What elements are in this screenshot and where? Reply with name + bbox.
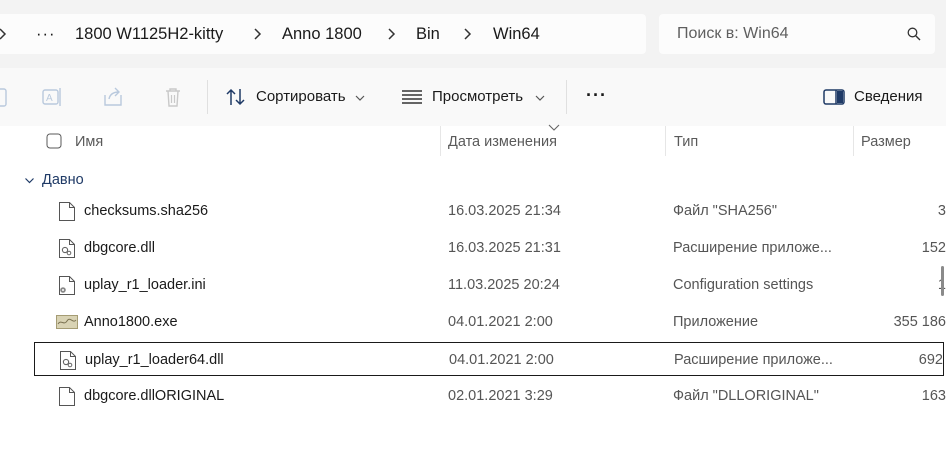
- details-pane-icon[interactable]: [822, 85, 846, 109]
- paste-icon[interactable]: [0, 85, 10, 109]
- file-row[interactable]: checksums.sha256 16.03.2025 21:34 Файл "…: [34, 194, 946, 228]
- file-type: Файл "SHA256": [673, 203, 777, 219]
- details-button[interactable]: Сведения: [854, 82, 923, 112]
- file-name: Anno1800.exe: [84, 314, 178, 330]
- vertical-scrollbar[interactable]: [941, 266, 944, 296]
- search-icon[interactable]: [907, 27, 921, 41]
- dll-file-icon: [60, 351, 76, 370]
- file-size: 3: [937, 203, 946, 219]
- file-type: Приложение: [673, 314, 759, 330]
- breadcrumb-item-1800-kitty[interactable]: 1800 W1125H2-kitty: [75, 14, 223, 54]
- file-type: Файл "DLLORIGINAL": [673, 388, 819, 404]
- file-date: 16.03.2025 21:34: [448, 203, 561, 219]
- search-box[interactable]: Поиск в: Win64: [659, 14, 935, 54]
- chevron-down-icon[interactable]: [24, 175, 35, 186]
- file-date: 04.01.2021 2:00: [448, 314, 553, 330]
- file-type: Configuration settings: [673, 277, 814, 293]
- file-list: Имя Дата изменения Тип Размер Давно chec…: [0, 124, 946, 460]
- view-button[interactable]: Просмотреть: [432, 82, 523, 112]
- file-row-selected[interactable]: uplay_r1_loader64.dll 04.01.2021 2:00 Ра…: [34, 342, 944, 376]
- file-size: 355 186: [893, 314, 946, 330]
- more-options-button[interactable]: ···: [586, 80, 607, 110]
- file-name: dbgcore.dllORIGINAL: [84, 388, 225, 404]
- command-bar: A Сортировать Просмотреть ··· Сведения: [0, 68, 946, 127]
- file-size: 152: [921, 240, 946, 256]
- select-all-checkbox[interactable]: [46, 133, 62, 149]
- sort-icon[interactable]: [224, 85, 248, 109]
- chevron-down-icon[interactable]: [535, 93, 545, 103]
- file-date: 02.01.2021 3:29: [448, 388, 553, 404]
- file-type: Расширение приложе...: [674, 352, 833, 368]
- breadcrumb-item-bin[interactable]: Bin: [416, 14, 440, 54]
- generic-file-icon: [59, 202, 75, 221]
- file-name: checksums.sha256: [84, 203, 209, 219]
- chevron-right-icon[interactable]: [249, 26, 265, 42]
- file-date: 04.01.2021 2:00: [449, 352, 554, 368]
- column-divider[interactable]: [853, 126, 854, 156]
- column-header-size[interactable]: Размер: [861, 126, 911, 156]
- file-date: 11.03.2025 20:24: [448, 277, 560, 293]
- breadcrumb[interactable]: ··· 1800 W1125H2-kitty Anno 1800 Bin Win…: [0, 14, 646, 54]
- chevron-right-icon[interactable]: [459, 26, 475, 42]
- file-size: 692: [918, 352, 943, 368]
- breadcrumb-item-anno-1800[interactable]: Anno 1800: [282, 14, 362, 54]
- column-header-date[interactable]: Дата изменения: [448, 126, 557, 156]
- file-row[interactable]: dbgcore.dll 16.03.2025 21:31 Расширение …: [34, 231, 946, 265]
- column-divider[interactable]: [440, 126, 441, 156]
- file-date: 16.03.2025 21:31: [448, 240, 561, 256]
- dll-file-icon: [59, 239, 75, 258]
- exe-file-icon: [56, 315, 78, 329]
- generic-file-icon: [59, 387, 75, 406]
- file-name: uplay_r1_loader.ini: [84, 277, 206, 293]
- sort-button[interactable]: Сортировать: [256, 82, 346, 112]
- breadcrumb-overflow[interactable]: ···: [36, 14, 55, 54]
- breadcrumb-item-win64[interactable]: Win64: [493, 14, 540, 54]
- column-divider[interactable]: [665, 126, 666, 156]
- column-header-name[interactable]: Имя: [75, 126, 103, 156]
- ini-file-icon: [59, 276, 75, 295]
- column-header-type[interactable]: Тип: [674, 126, 698, 156]
- delete-icon[interactable]: [161, 85, 185, 109]
- file-row[interactable]: dbgcore.dllORIGINAL 02.01.2021 3:29 Файл…: [34, 379, 946, 413]
- toolbar-divider: [566, 80, 567, 114]
- svg-text:A: A: [46, 93, 53, 104]
- view-icon[interactable]: [400, 85, 424, 109]
- file-size: 163: [921, 388, 946, 404]
- file-row[interactable]: Anno1800.exe 04.01.2021 2:00 Приложение …: [34, 305, 946, 339]
- share-icon[interactable]: [101, 85, 125, 109]
- search-input[interactable]: Поиск в: Win64: [677, 14, 789, 54]
- file-type: Расширение приложе...: [673, 240, 832, 256]
- file-row[interactable]: uplay_r1_loader.ini 11.03.2025 20:24 Con…: [34, 268, 946, 302]
- group-label: Давно: [42, 172, 84, 188]
- chevron-right-icon: [0, 28, 7, 40]
- chevron-right-icon[interactable]: [383, 26, 399, 42]
- rename-icon[interactable]: A: [40, 85, 64, 109]
- address-bar: ··· 1800 W1125H2-kitty Anno 1800 Bin Win…: [0, 0, 946, 68]
- file-name: uplay_r1_loader64.dll: [85, 352, 224, 368]
- chevron-down-icon[interactable]: [355, 93, 365, 103]
- file-name: dbgcore.dll: [84, 240, 155, 256]
- toolbar-divider: [207, 80, 208, 114]
